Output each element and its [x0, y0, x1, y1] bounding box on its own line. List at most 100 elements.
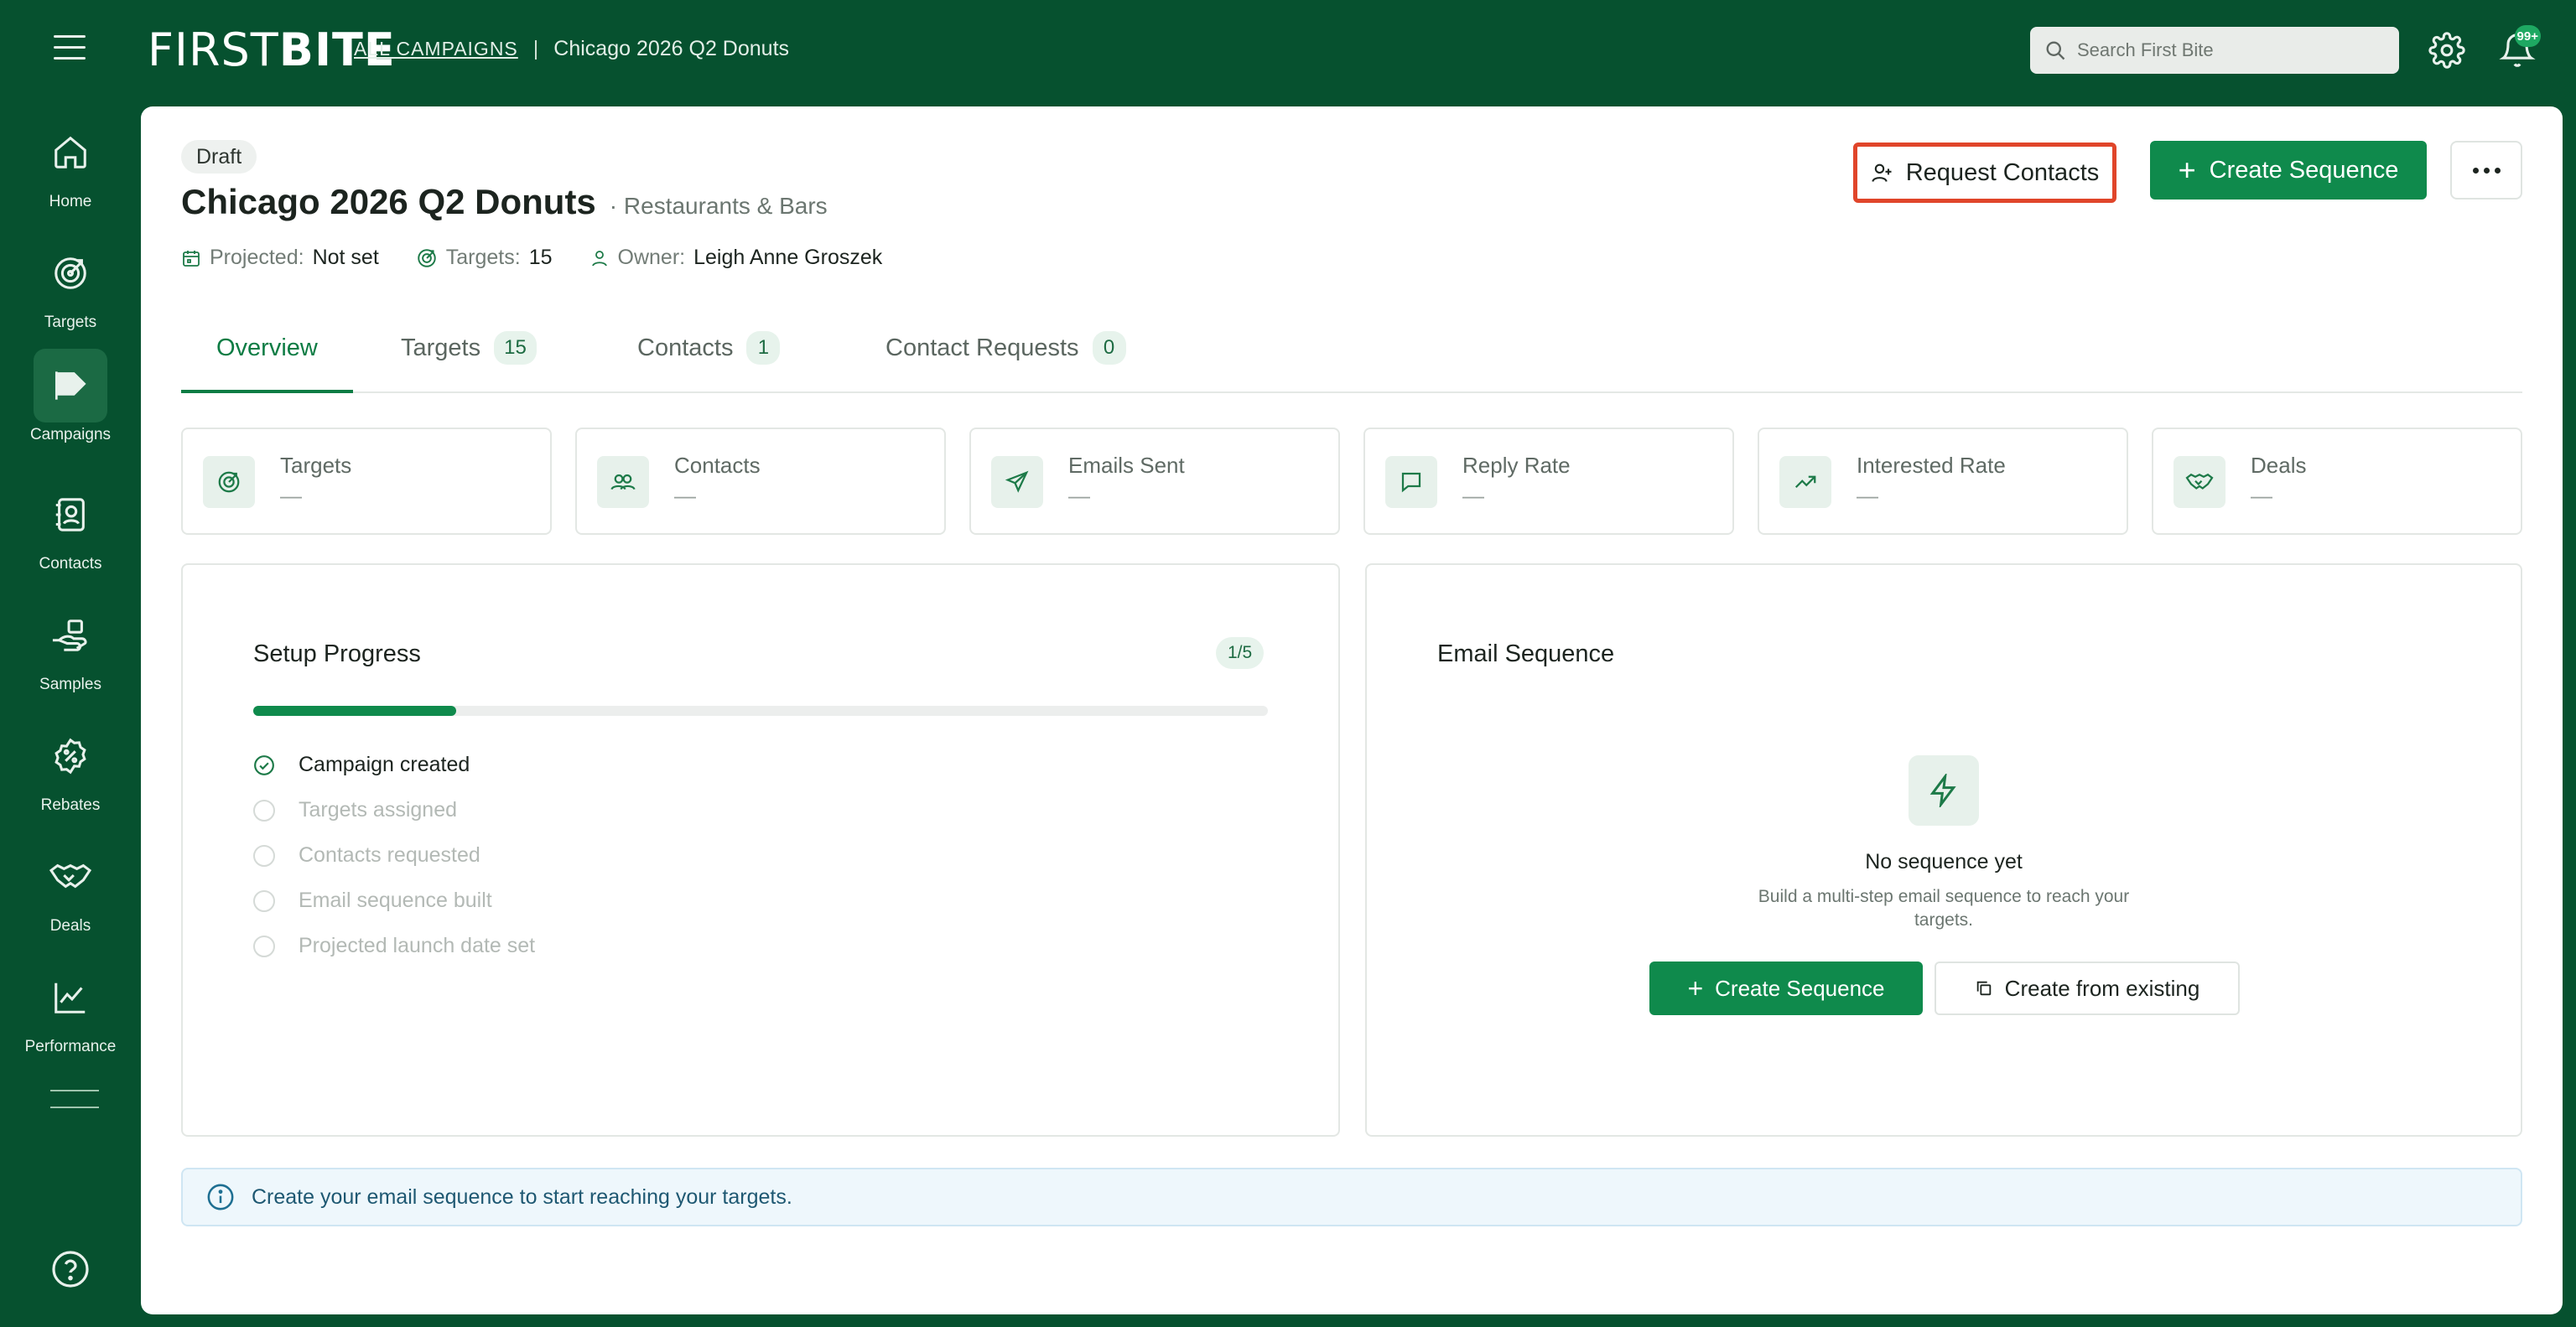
empty-state-title: No sequence yet [1865, 850, 2023, 873]
breadcrumb-current: Chicago 2026 Q2 Donuts [553, 37, 790, 60]
setup-step-label: Campaign created [299, 753, 470, 776]
sidebar-divider [50, 1107, 99, 1108]
main-content: Draft Chicago 2026 Q2 Donuts · Restauran… [141, 106, 2563, 1314]
stat-label: Interested Rate [1857, 453, 2006, 478]
empty-circle-icon [253, 799, 275, 822]
empty-circle-icon [253, 935, 275, 957]
sidebar-item-label: Home [49, 193, 92, 210]
setup-step-label: Targets assigned [299, 798, 458, 822]
stat-value: — [1068, 483, 1090, 508]
sidebar-item-samples[interactable]: Samples [0, 599, 141, 708]
more-dot [2472, 167, 2479, 174]
sidebar-item-performance[interactable]: Performance [0, 961, 141, 1070]
percent-badge-icon [34, 719, 107, 793]
tab-contacts[interactable]: Contacts 1 [637, 324, 781, 393]
create-sequence-button[interactable]: + Create Sequence [2150, 141, 2427, 200]
breadcrumb-all-campaigns[interactable]: ALL CAMPAIGNS [354, 38, 518, 60]
breadcrumb: ALL CAMPAIGNS | Chicago 2026 Q2 Donuts [354, 37, 789, 61]
sidebar-item-label: Targets [44, 314, 97, 331]
stat-label: Emails Sent [1068, 453, 1185, 478]
empty-state-subtitle: Build a multi-step email sequence to rea… [1758, 887, 2130, 930]
email-sequence-title: Email Sequence [1437, 640, 1615, 667]
targets-label: Targets: [445, 246, 521, 269]
setup-step-label: Contacts requested [299, 843, 480, 867]
info-banner: Create your email sequence to start reac… [181, 1168, 2522, 1226]
sidebar-item-label: Contacts [39, 555, 102, 573]
empty-circle-icon [253, 844, 275, 867]
setup-progress-panel: Setup Progress 1/5 Campaign created Targ… [181, 563, 1340, 1137]
owner-value: Leigh Anne Groszek [693, 246, 883, 269]
target-icon [34, 236, 107, 310]
sidebar-item-rebates[interactable]: Rebates [0, 719, 141, 828]
setup-progress-title: Setup Progress [253, 640, 421, 667]
owner-label: Owner: [617, 246, 686, 269]
message-icon [1385, 456, 1437, 508]
stat-label: Contacts [674, 453, 761, 478]
targets-value: 15 [528, 246, 553, 269]
tab-overview[interactable]: Overview [181, 324, 353, 393]
stat-value: — [280, 483, 302, 508]
stat-card-interested-rate: Interested Rate — [1758, 428, 2128, 535]
request-contacts-button[interactable]: Request Contacts [1853, 143, 2116, 203]
meta-projected: Projected: Not set [181, 246, 379, 270]
tab-label: Contact Requests [886, 334, 1079, 361]
sidebar-item-home[interactable]: Home [0, 116, 141, 225]
sidebar-item-deals[interactable]: Deals [0, 840, 141, 949]
sidebar-item-targets[interactable]: Targets [0, 236, 141, 345]
stat-label: Reply Rate [1462, 453, 1571, 478]
more-options-button[interactable] [2450, 141, 2522, 200]
setup-step: Targets assigned [253, 798, 457, 822]
stat-value: — [674, 483, 696, 508]
sidebar-item-campaigns[interactable]: Campaigns [0, 349, 141, 458]
stat-card-reply-rate: Reply Rate — [1363, 428, 1734, 535]
settings-gear-icon[interactable] [2428, 32, 2465, 69]
sidebar-item-label: Campaigns [29, 426, 112, 443]
more-dot [2483, 167, 2490, 174]
progress-bar [253, 706, 1268, 716]
home-icon [34, 116, 107, 189]
sidebar-item-contacts[interactable]: Contacts [0, 478, 141, 587]
send-icon [991, 456, 1043, 508]
tab-bar: Overview Targets 15 Contacts 1 Contact R… [181, 324, 2522, 393]
sidebar-item-label: Deals [49, 917, 91, 935]
help-icon[interactable] [50, 1249, 91, 1289]
sidebar-divider [50, 1090, 99, 1091]
stat-card-emails-sent: Emails Sent — [969, 428, 1340, 535]
check-circle-icon [254, 754, 274, 775]
sidebar-item-label: Performance [24, 1038, 117, 1055]
campaign-category: · Restaurants & Bars [609, 193, 828, 219]
add-user-icon [1872, 163, 1892, 182]
megaphone-icon [34, 349, 107, 422]
search-icon [2046, 41, 2065, 60]
top-bar: FIRSTBITE ALL CAMPAIGNS | Chicago 2026 Q… [0, 0, 2576, 101]
sidebar: Home Targets Campaigns Contacts Samples … [0, 101, 141, 1327]
progress-bar-fill [253, 706, 456, 716]
create-from-existing-label: Create from existing [2004, 975, 2200, 1001]
email-sequence-panel: Email Sequence No sequence yet Build a m… [1365, 563, 2522, 1137]
more-dot [2494, 167, 2501, 174]
stat-card-targets: Targets — [181, 428, 552, 535]
copy-icon [1976, 981, 1991, 996]
campaign-meta: Projected: Not set Targets: 15 Owner: Le… [181, 246, 882, 270]
setup-step: Campaign created [253, 753, 470, 777]
stat-value: — [1857, 483, 1878, 508]
notifications-bell-icon[interactable]: 99+ [2499, 25, 2541, 70]
tab-label: Overview [216, 334, 318, 361]
hand-box-icon [34, 599, 107, 672]
search-input[interactable] [2077, 39, 2379, 61]
info-icon [207, 1184, 234, 1210]
create-from-existing-button[interactable]: Create from existing [1935, 962, 2240, 1015]
tab-count-badge: 0 [1092, 331, 1126, 365]
setup-step: Projected launch date set [253, 934, 535, 958]
tab-contact-requests[interactable]: Contact Requests 0 [886, 324, 1126, 393]
search-box[interactable] [2030, 27, 2399, 74]
user-icon [591, 250, 607, 266]
tab-targets[interactable]: Targets 15 [401, 324, 537, 393]
meta-owner: Owner: Leigh Anne Groszek [589, 246, 883, 270]
target-icon [418, 248, 436, 267]
handshake-icon [2174, 456, 2225, 508]
plus-icon: + [2178, 153, 2196, 187]
create-sequence-panel-button[interactable]: + Create Sequence [1649, 962, 1923, 1015]
stat-label: Targets [280, 453, 352, 478]
menu-icon[interactable] [54, 35, 86, 60]
